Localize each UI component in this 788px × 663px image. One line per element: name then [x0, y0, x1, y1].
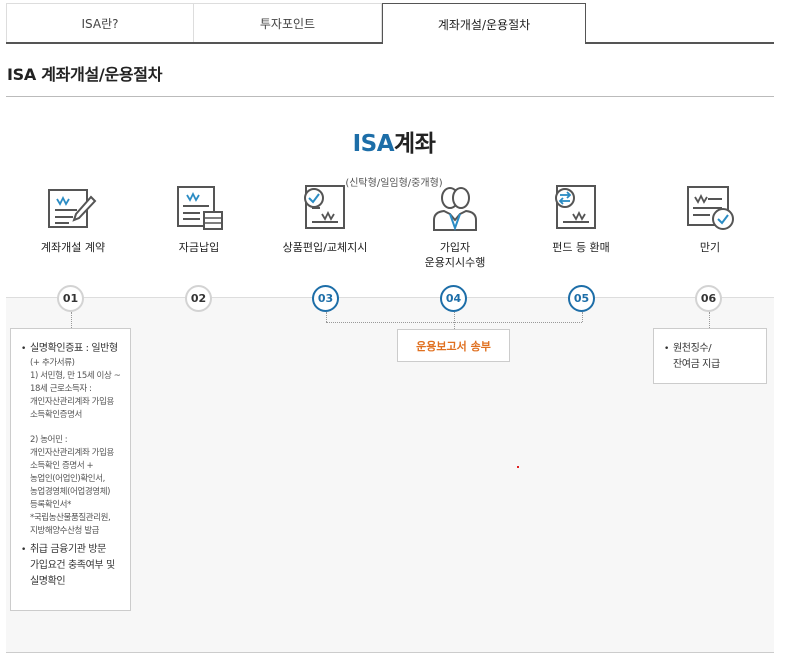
connector-line — [454, 312, 455, 329]
detail-line: 소득확인증명서 — [30, 410, 82, 420]
connector-line — [709, 312, 710, 328]
document-pen-icon — [48, 189, 97, 228]
detail-line: 농업인(어업인)확인서, — [30, 474, 105, 484]
divider — [6, 96, 774, 97]
detail-item: 원천징수/ 잔여금 지급 — [664, 341, 760, 373]
step-label-1: 계좌개설 계약 — [40, 241, 106, 254]
detail-line: (+ 추가서류) — [30, 358, 75, 368]
detail-line: 개인자산관리계좌 가입용 — [30, 397, 114, 407]
divider — [6, 652, 774, 653]
account-opening-details: 실명확인증표 : 일반형 (+ 추가서류) 1) 서민형, 만 15세 이상 ~… — [10, 328, 131, 611]
step-label-4: 가입자 운용지시수행 — [424, 241, 486, 269]
tab-account-procedure[interactable]: 계좌개설/운용절차 — [382, 3, 586, 44]
detail-line: *국립농산물품질관리원, — [30, 513, 111, 523]
page-title: ISA 계좌개설/운용절차 — [7, 65, 163, 84]
connector-line — [326, 312, 327, 322]
step-circle-1: 01 — [57, 285, 84, 312]
step-label-6: 만기 — [699, 241, 721, 254]
document-exchange-icon — [555, 185, 596, 229]
connector-line — [71, 312, 72, 328]
document-coins-icon — [177, 186, 223, 230]
document-check-icon — [304, 185, 345, 229]
report-box: 운용보고서 송부 — [397, 329, 510, 362]
marker-dot — [517, 466, 519, 468]
tab-isa-intro[interactable]: ISA란? — [6, 3, 194, 43]
detail-line: 지방해양수산청 발급 — [30, 526, 100, 536]
document-check-circle-icon — [687, 186, 734, 230]
diagram-subtitle: (신탁형/일임형/중개형) — [345, 178, 443, 189]
tab-bar: ISA란? 투자포인트 계좌개설/운용절차 — [6, 3, 774, 44]
step-circle-2: 02 — [185, 285, 212, 312]
step-circle-4: 04 — [440, 285, 467, 312]
detail-line: 18세 근로소득자 : — [30, 384, 92, 394]
detail-item: 취급 금융기관 방문 가입요건 충족여부 및 실명확인 — [21, 542, 124, 590]
connector-line — [582, 312, 583, 322]
detail-line: 2) 농어민 : — [30, 435, 68, 445]
detail-line: 개인자산관리계좌 가입용 — [30, 448, 114, 458]
detail-line: 1) 서민형, 만 15세 이상 ~ — [30, 371, 121, 381]
detail-line: 소득확인 증명서 + — [30, 461, 94, 471]
maturity-details: 원천징수/ 잔여금 지급 — [653, 328, 767, 384]
step-label-3: 상품편입/교체지시 — [282, 241, 368, 254]
step-circle-3: 03 — [312, 285, 339, 312]
tab-invest-points[interactable]: 투자포인트 — [193, 3, 382, 43]
step-circle-6: 06 — [695, 285, 722, 312]
step-label-5: 펀드 등 환매 — [552, 241, 610, 254]
step-label-2: 자금납입 — [178, 241, 220, 254]
detail-line: 농업경영체(어업경영체) — [30, 487, 111, 497]
people-icon — [433, 187, 477, 231]
step-circle-5: 05 — [568, 285, 595, 312]
detail-item: 실명확인증표 : 일반형 — [21, 341, 124, 357]
detail-line: 등록확인서* — [30, 500, 71, 510]
diagram-title: ISA계좌 — [352, 131, 436, 157]
